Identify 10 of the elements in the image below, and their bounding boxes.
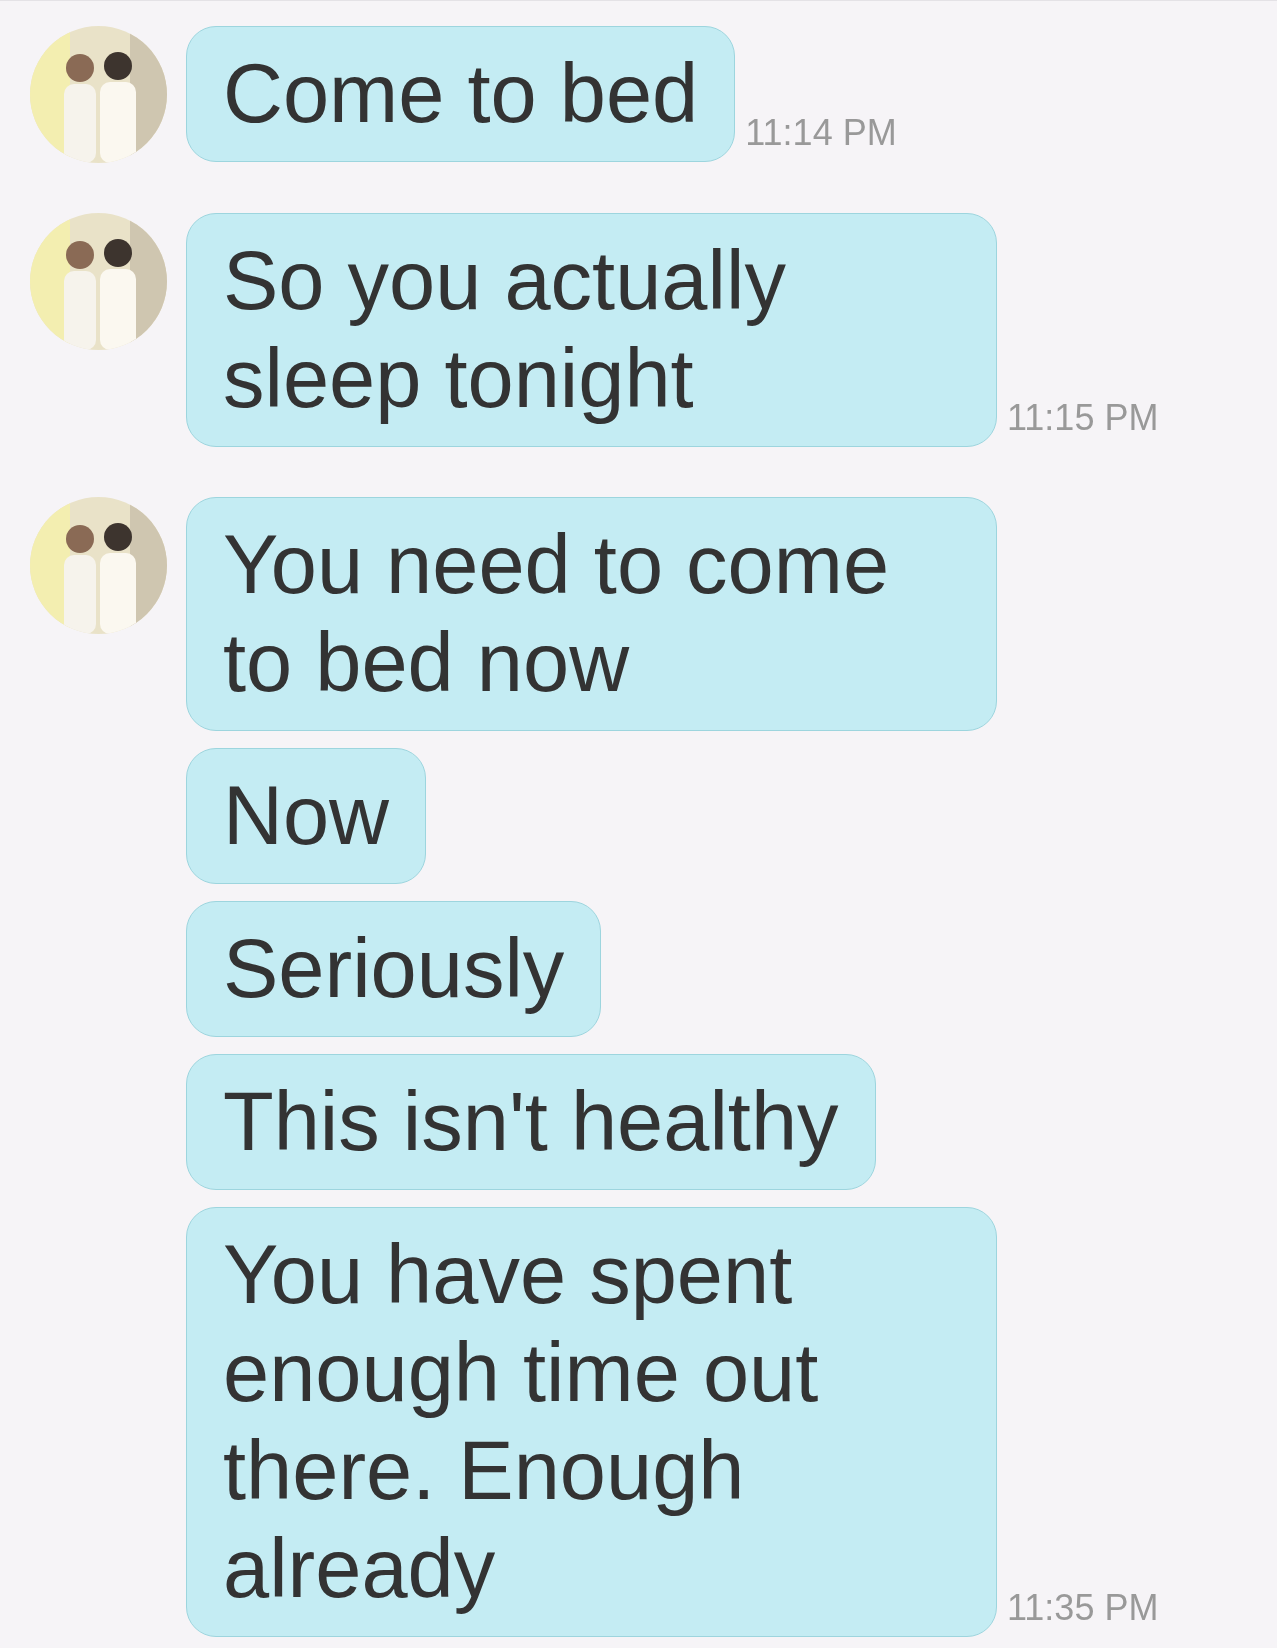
message-bubble: Come to bed bbox=[186, 26, 736, 162]
timestamp: 11:15 PM bbox=[1007, 396, 1159, 440]
message-bubble: You need to come to bed now bbox=[186, 497, 997, 731]
message-bubble: Seriously bbox=[186, 901, 602, 1037]
message-bubble: This isn't healthy bbox=[186, 1054, 876, 1190]
message-bubble: So you actually sleep tonight bbox=[186, 213, 997, 447]
timestamp: 11:14 PM bbox=[745, 111, 897, 155]
message-bubble: Now bbox=[186, 748, 427, 884]
timestamp: 11:35 PM bbox=[1007, 1586, 1159, 1630]
message-bubble: You have spent enough time out there. Enough already bbox=[186, 1207, 997, 1637]
